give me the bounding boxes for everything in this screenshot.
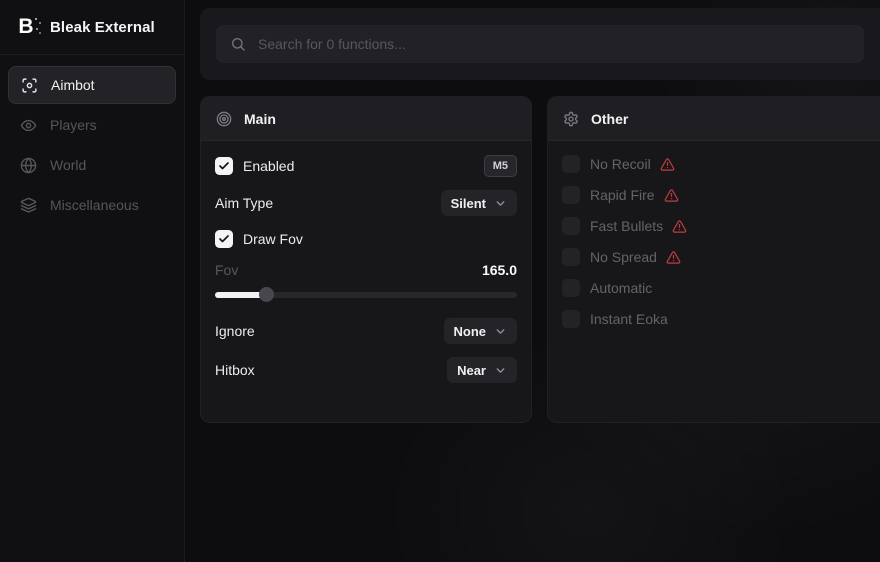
ignore-label: Ignore [215, 323, 255, 339]
crosshair-focus-icon [21, 77, 38, 94]
app-logo-icon: B [14, 15, 38, 39]
chevron-down-icon [494, 364, 507, 377]
sidebar-item-label: Players [50, 117, 97, 133]
eye-icon [20, 117, 37, 134]
search-box[interactable] [216, 25, 864, 63]
draw-fov-checkbox[interactable] [215, 230, 233, 248]
other-panel-body: No Recoil Rapid Fire Fast Bullets [548, 141, 880, 355]
no-spread-checkbox[interactable] [562, 248, 580, 266]
other-item-instant-eoka: Instant Eoka [562, 310, 880, 328]
top-bar [200, 8, 880, 80]
draw-fov-label: Draw Fov [243, 231, 303, 247]
fast-bullets-checkbox[interactable] [562, 217, 580, 235]
automatic-checkbox[interactable] [562, 279, 580, 297]
target-icon [216, 111, 232, 127]
check-icon [218, 233, 230, 245]
fov-label: Fov [215, 262, 238, 278]
rapid-fire-checkbox[interactable] [562, 186, 580, 204]
warning-triangle-icon [664, 188, 679, 203]
instant-eoka-label: Instant Eoka [590, 311, 668, 327]
other-item-automatic: Automatic [562, 279, 880, 297]
enabled-label: Enabled [243, 158, 294, 174]
automatic-label: Automatic [590, 280, 652, 296]
keybind-badge[interactable]: M5 [484, 155, 517, 177]
main-panel: Main Enabled M5 Aim Type Silent Draw Fov [200, 96, 532, 423]
other-panel-title: Other [591, 111, 628, 127]
no-spread-label: No Spread [590, 249, 657, 265]
main-panel-body: Enabled M5 Aim Type Silent Draw Fov Fov … [201, 141, 531, 397]
other-item-no-spread: No Spread [562, 248, 880, 266]
chevron-down-icon [494, 197, 507, 210]
globe-icon [20, 157, 37, 174]
warning-triangle-icon [666, 250, 681, 265]
fast-bullets-label: Fast Bullets [590, 218, 663, 234]
aim-type-value: Silent [451, 196, 486, 211]
sidebar-item-label: World [50, 157, 86, 173]
sidebar-item-world[interactable]: World [8, 146, 176, 184]
sidebar-item-aimbot[interactable]: Aimbot [8, 66, 176, 104]
sidebar: B Bleak External Aimbot Players [0, 0, 185, 562]
draw-fov-row: Draw Fov [215, 228, 517, 250]
search-icon [230, 36, 246, 52]
layers-icon [20, 197, 37, 214]
fov-slider[interactable] [215, 287, 517, 302]
fov-row: Fov 165.0 [215, 262, 517, 278]
no-recoil-label: No Recoil [590, 156, 651, 172]
fov-value: 165.0 [482, 262, 517, 278]
sidebar-item-miscellaneous[interactable]: Miscellaneous [8, 186, 176, 224]
hitbox-label: Hitbox [215, 362, 255, 378]
other-item-rapid-fire: Rapid Fire [562, 186, 880, 204]
fov-slider-thumb[interactable] [259, 287, 274, 302]
enabled-checkbox[interactable] [215, 157, 233, 175]
hitbox-value: Near [457, 363, 486, 378]
aim-type-row: Aim Type Silent [215, 190, 517, 216]
ignore-select[interactable]: None [444, 318, 518, 344]
check-icon [218, 160, 230, 172]
other-item-fast-bullets: Fast Bullets [562, 217, 880, 235]
aim-type-select[interactable]: Silent [441, 190, 517, 216]
instant-eoka-checkbox[interactable] [562, 310, 580, 328]
ignore-value: None [454, 324, 487, 339]
sidebar-item-label: Aimbot [51, 77, 95, 93]
other-item-no-recoil: No Recoil [562, 155, 880, 173]
hitbox-select[interactable]: Near [447, 357, 517, 383]
gear-icon [563, 111, 579, 127]
warning-triangle-icon [672, 219, 687, 234]
chevron-down-icon [494, 325, 507, 338]
search-input[interactable] [258, 36, 850, 52]
no-recoil-checkbox[interactable] [562, 155, 580, 173]
aim-type-label: Aim Type [215, 195, 273, 211]
brand: B Bleak External [0, 0, 184, 55]
sidebar-item-label: Miscellaneous [50, 197, 139, 213]
enabled-row: Enabled M5 [215, 155, 517, 177]
main-panel-title: Main [244, 111, 276, 127]
ignore-row: Ignore None [215, 318, 517, 344]
other-panel: Other No Recoil Rapid Fire Fast Bullets [547, 96, 880, 423]
rapid-fire-label: Rapid Fire [590, 187, 655, 203]
hitbox-row: Hitbox Near [215, 357, 517, 383]
sidebar-nav: Aimbot Players World [0, 55, 184, 237]
main-panel-header: Main [201, 97, 531, 141]
sidebar-item-players[interactable]: Players [8, 106, 176, 144]
app-title: Bleak External [50, 19, 155, 36]
other-panel-header: Other [548, 97, 880, 141]
warning-triangle-icon [660, 157, 675, 172]
